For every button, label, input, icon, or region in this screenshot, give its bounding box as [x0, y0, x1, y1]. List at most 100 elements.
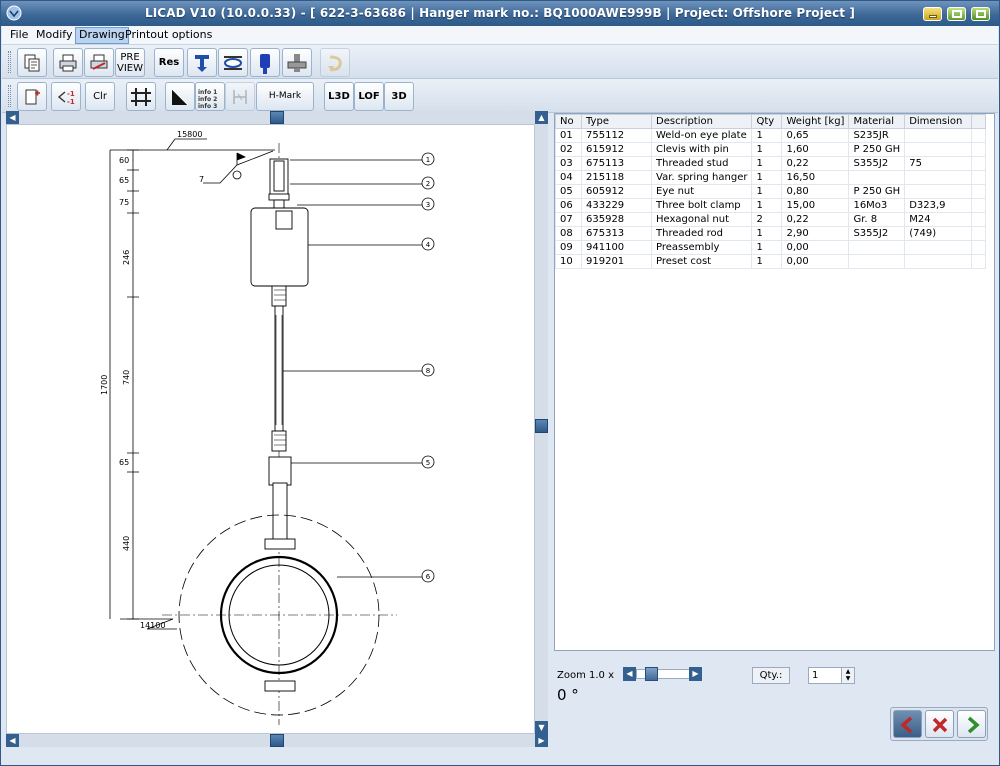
cell-extra — [971, 184, 987, 199]
add-page-button[interactable] — [17, 82, 47, 111]
grid-button[interactable] — [126, 82, 156, 111]
preview-button[interactable]: PRE VIEW — [115, 48, 145, 77]
h-mark-button[interactable]: H-Mark — [256, 82, 314, 111]
menu-file[interactable]: File — [7, 27, 31, 44]
zoom-out-arrow-icon[interactable]: ◀ — [623, 667, 636, 681]
minimize-button[interactable] — [923, 7, 942, 21]
lof-button[interactable]: LOF — [354, 82, 384, 111]
table-row[interactable]: 09 941100 Preassembly 1 0,00 — [555, 240, 987, 255]
cell-qty: 1 — [751, 184, 783, 199]
table-row[interactable]: 02 615912 Clevis with pin 1 1,60 P 250 GH — [555, 142, 987, 157]
toolbar-grip[interactable] — [8, 85, 11, 107]
table-row[interactable]: 01 755112 Weld-on eye plate 1 0,65 S235JR — [555, 128, 987, 143]
pipe-shoe-button[interactable] — [282, 48, 312, 77]
document-copy-icon — [24, 54, 40, 72]
col-material[interactable]: Material — [848, 114, 906, 129]
table-row[interactable]: 06 433229 Three bolt clamp 1 15,00 16Mo3 D323,… — [555, 198, 987, 213]
close-button[interactable] — [971, 7, 990, 21]
cell-description: Weld-on eye plate — [650, 128, 753, 143]
qty-spin-icon[interactable]: ▲ ▼ — [841, 668, 854, 683]
col-weight[interactable]: Weight [kg] — [781, 114, 850, 129]
spring-hanger-button[interactable] — [250, 48, 280, 77]
angle-button[interactable] — [165, 82, 195, 111]
toolbar-grip[interactable] — [8, 51, 11, 73]
callout-8: 8 — [426, 367, 430, 375]
zoom-knob[interactable] — [645, 667, 658, 681]
zoom-in-arrow-icon[interactable]: ▶ — [689, 667, 702, 681]
maximize-button[interactable] — [947, 7, 966, 21]
cell-qty: 1 — [751, 156, 783, 171]
table-row[interactable]: 03 675113 Threaded stud 1 0,22 S355J2 75 — [555, 156, 987, 171]
cell-no: 01 — [555, 128, 582, 143]
col-type[interactable]: Type — [581, 114, 652, 129]
col-dimension[interactable]: Dimension — [904, 114, 973, 129]
info-button[interactable]: info 1 info 2 info 3 — [195, 82, 225, 111]
scroll-left-arrow-icon[interactable]: ◀ — [6, 111, 19, 124]
back-button[interactable] — [893, 710, 922, 738]
cell-qty: 1 — [751, 198, 783, 213]
l3d-button[interactable]: L3D — [324, 82, 354, 111]
copy-doc-button[interactable] — [17, 48, 47, 77]
cell-dimension — [904, 128, 973, 143]
cell-description: Eye nut — [650, 184, 753, 199]
svg-text:info 3: info 3 — [198, 103, 217, 109]
cell-qty: 1 — [751, 170, 783, 185]
three-d-button[interactable]: 3D — [384, 82, 414, 111]
next-button[interactable] — [957, 710, 986, 738]
zoom-slider[interactable]: ◀ ▶ — [623, 667, 703, 681]
cell-no: 08 — [555, 226, 582, 241]
arrow-left-icon — [899, 716, 912, 734]
menu-drawing[interactable]: Drawing — [75, 27, 129, 44]
cell-dimension: M24 — [904, 212, 973, 227]
scroll-down-arrow-icon[interactable]: ▼ — [535, 721, 548, 734]
callout-6: 6 — [426, 573, 431, 581]
scroll-thumb[interactable] — [270, 111, 284, 124]
table-row[interactable]: 07 635928 Hexagonal nut 2 0,22 Gr. 8 M24 — [555, 212, 987, 227]
horizontal-ruler-scroll[interactable]: ◀ ▶ — [6, 111, 548, 124]
scroll-left-arrow-icon[interactable]: ◀ — [6, 734, 19, 747]
col-description[interactable]: Description — [650, 114, 753, 129]
col-qty[interactable]: Qty — [751, 114, 783, 129]
cell-qty: 1 — [751, 142, 783, 157]
dim-seg-2: 65 — [119, 176, 129, 185]
cell-no: 02 — [555, 142, 582, 157]
table-row[interactable]: 04 215118 Var. spring hanger 1 16,50 — [555, 170, 987, 185]
cell-no: 09 — [555, 240, 582, 255]
print-setup-button[interactable] — [84, 48, 114, 77]
pipe-support-button[interactable] — [187, 48, 217, 77]
table-header-row: No Type Description Qty Weight [kg] Mate… — [555, 114, 987, 129]
qty-stepper[interactable]: 1 ▲ ▼ — [808, 667, 855, 684]
cell-extra — [971, 212, 987, 227]
clear-button[interactable]: Clr — [85, 82, 115, 111]
dim-bottom-label: 14100 — [140, 621, 165, 630]
print-button[interactable] — [53, 48, 83, 77]
callout-4: 4 — [426, 241, 431, 249]
dim-seg-4: 246 — [122, 250, 131, 265]
res-button[interactable]: Res — [154, 48, 184, 77]
hanger-drawing-canvas[interactable]: 15800 14100 1700 60 65 75 246 740 65 440… — [6, 124, 535, 734]
scroll-thumb[interactable] — [270, 734, 284, 747]
cancel-button[interactable] — [925, 710, 954, 738]
clamp-button[interactable] — [218, 48, 248, 77]
dimension-button[interactable] — [225, 82, 255, 111]
table-row[interactable]: 08 675313 Threaded rod 1 2,90 S355J2 (749) — [555, 226, 987, 241]
cell-no: 10 — [555, 254, 582, 269]
cell-material: Gr. 8 — [848, 212, 906, 227]
scroll-right-arrow-icon[interactable]: ▶ — [535, 734, 548, 747]
vertical-scrollbar[interactable]: ▲ ▼ — [535, 111, 548, 734]
scroll-thumb-vertical[interactable] — [535, 419, 548, 433]
dimension-angle-button[interactable]: -1 -1 — [51, 82, 81, 111]
cell-extra — [971, 226, 987, 241]
cell-material: P 250 GH — [848, 142, 906, 157]
weld-label: 7 — [199, 175, 204, 184]
table-row[interactable]: 10 919201 Preset cost 1 0,00 — [555, 254, 987, 269]
rotate-button[interactable] — [320, 48, 350, 77]
svg-text:info 2: info 2 — [198, 96, 217, 103]
table-row[interactable]: 05 605912 Eye nut 1 0,80 P 250 GH — [555, 184, 987, 199]
horizontal-scrollbar[interactable]: ◀ ▶ — [6, 734, 548, 747]
scroll-up-arrow-icon[interactable]: ▲ — [535, 111, 548, 124]
cell-extra — [971, 142, 987, 157]
col-no[interactable]: No — [555, 114, 582, 129]
menu-modify[interactable]: Modify — [33, 27, 75, 44]
menu-printout-options[interactable]: Printout options — [122, 27, 215, 44]
